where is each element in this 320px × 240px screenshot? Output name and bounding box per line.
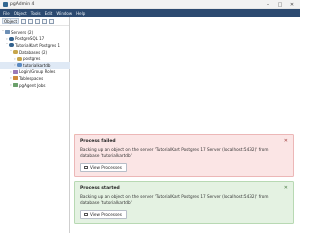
menu-file[interactable]: File — [3, 11, 10, 16]
grid-toolbar-icon[interactable] — [28, 18, 34, 24]
tree-item-pgagent-jobs[interactable]: › pgAgent Jobs — [0, 82, 70, 89]
pgadmin-window: pgAdmin 4 – □ ✕ File Object Tools Edit W… — [0, 0, 300, 233]
tree-item-postgres[interactable]: › postgres — [0, 55, 70, 62]
tree-item-label: PostgreSQL 17 — [15, 36, 45, 42]
terminal-toolbar-icon[interactable] — [42, 18, 48, 24]
notification-title: Process started — [80, 186, 120, 191]
notification-process-started: Process started ✕ Backing up an object o… — [74, 181, 294, 224]
object-explorer-panel: Object ˅ Servers (2) › PostgreSQL 17 ˅ T… — [0, 17, 70, 233]
menu-edit[interactable]: Edit — [45, 11, 53, 16]
window-title: pgAdmin 4 — [10, 1, 35, 7]
notification-title: Process failed — [80, 139, 116, 144]
tree-item-tablespaces[interactable]: › Tablespaces — [0, 75, 70, 82]
menu-window[interactable]: Window — [56, 11, 72, 16]
roles-icon — [13, 69, 18, 74]
view-processes-button[interactable]: View Processes — [80, 210, 127, 219]
button-label: View Processes — [90, 165, 122, 170]
tree-item-label: TutorialKart Postgres 1 — [15, 42, 61, 48]
window-icon — [84, 212, 88, 217]
menu-object[interactable]: Object — [14, 11, 27, 16]
tree-item-tutorialkartdb[interactable]: › tutorialkartdb — [0, 61, 70, 69]
tab-object[interactable]: Object — [2, 18, 20, 24]
close-icon[interactable]: ✕ — [286, 0, 298, 9]
database-icon — [17, 63, 22, 68]
tree-item-label: Servers (2) — [11, 29, 34, 35]
tree-item-postgresql-17[interactable]: › PostgreSQL 17 — [0, 36, 70, 43]
tree-item-servers[interactable]: ˅ Servers (2) — [0, 29, 70, 36]
tree-item-login-group-roles[interactable]: › Login/Group Roles — [0, 69, 70, 76]
tree-item-label: Login/Group Roles — [19, 69, 56, 75]
menu-help[interactable]: Help — [76, 11, 85, 16]
tree-item-label: Databases (2) — [19, 49, 48, 55]
filter-toolbar-icon[interactable] — [35, 18, 41, 24]
tree-item-label: Tablespaces — [19, 75, 44, 81]
window-icon — [84, 165, 88, 170]
view-processes-button[interactable]: View Processes — [80, 163, 127, 172]
elephant-icon — [9, 43, 14, 48]
databases-icon — [13, 50, 18, 55]
panel-toolbar: Object — [0, 17, 69, 26]
database-icon — [17, 56, 22, 61]
close-icon[interactable]: ✕ — [284, 185, 288, 191]
notification-process-failed: Process failed ✕ Backing up an object on… — [74, 134, 294, 177]
tree-item-label: postgres — [23, 56, 41, 62]
jobs-icon — [13, 83, 18, 88]
tablespaces-icon — [13, 76, 18, 81]
window-controls: – □ ✕ — [262, 0, 298, 9]
database-toolbar-icon[interactable] — [21, 18, 27, 24]
menu-tools[interactable]: Tools — [31, 11, 41, 16]
object-tree: ˅ Servers (2) › PostgreSQL 17 ˅ Tutorial… — [0, 29, 70, 88]
minimize-icon[interactable]: – — [262, 0, 274, 9]
menu-bar: File Object Tools Edit Window Help — [0, 9, 300, 17]
elephant-icon — [9, 36, 14, 41]
search-toolbar-icon[interactable] — [49, 18, 55, 24]
title-bar: pgAdmin 4 – □ ✕ — [0, 0, 300, 9]
tree-item-tutorialkart-server[interactable]: ˅ TutorialKart Postgres 1 — [0, 42, 70, 49]
tree-item-label: pgAgent Jobs — [19, 82, 46, 88]
notification-message: Backing up an object on the server 'Tuto… — [80, 194, 269, 205]
servers-icon — [5, 30, 10, 35]
tree-item-label: tutorialkartdb — [23, 62, 51, 68]
button-label: View Processes — [90, 212, 122, 217]
close-icon[interactable]: ✕ — [284, 138, 288, 144]
pgadmin-logo-icon — [3, 2, 8, 7]
maximize-icon[interactable]: □ — [274, 0, 286, 9]
tree-item-databases[interactable]: ˅ Databases (2) — [0, 49, 70, 56]
notification-message: Backing up an object on the server 'Tuto… — [80, 147, 269, 158]
